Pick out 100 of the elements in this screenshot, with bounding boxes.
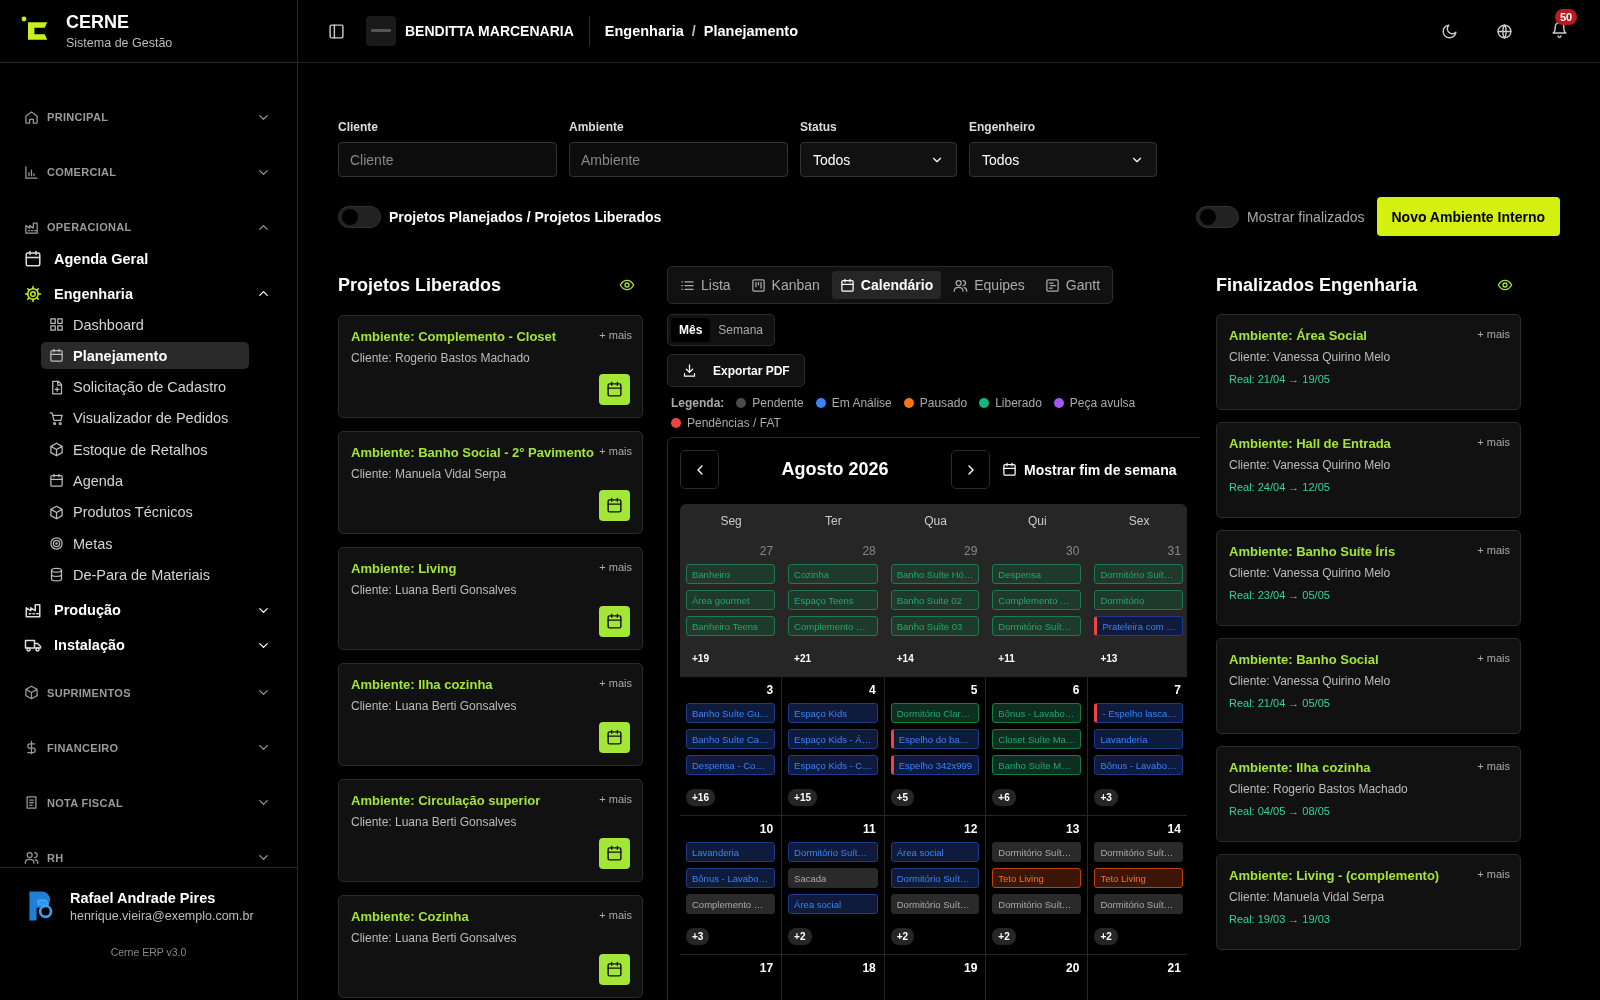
more-events-chip[interactable]: +5 [890, 789, 915, 806]
more-events-chip[interactable]: +14 [890, 650, 920, 667]
more-link[interactable]: + mais [1477, 328, 1510, 340]
calendar-event[interactable]: Bônus - Lavabo… [1094, 755, 1183, 775]
day-cell[interactable]: 4 Espaço Kids Espaço Kids - Á… Espaço Kids - C… +15 [782, 677, 885, 816]
export-pdf-button[interactable]: Exportar PDF [667, 354, 805, 387]
calendar-event[interactable]: Espaço Kids - C… [788, 755, 878, 775]
calendar-event[interactable]: Espelho do ba… [890, 729, 980, 749]
more-events-chip[interactable]: +11 [992, 650, 1021, 667]
calendar-event[interactable]: Teto Living [992, 868, 1082, 888]
more-events-chip[interactable]: +15 [788, 789, 818, 806]
calendar-event[interactable]: Banho Suíte M… [992, 755, 1082, 775]
more-link[interactable]: + mais [1477, 544, 1510, 556]
nav-subitem[interactable]: Agenda [41, 467, 249, 495]
more-events-chip[interactable]: +2 [788, 928, 812, 945]
calendar-event[interactable]: Espaço Kids [788, 703, 878, 723]
more-events-chip[interactable]: +21 [788, 650, 818, 667]
nav-item[interactable]: Instalação [24, 627, 273, 663]
view-tab[interactable]: Lista [672, 271, 739, 299]
view-tab[interactable]: Calendário [831, 271, 942, 299]
more-events-chip[interactable]: +16 [686, 789, 715, 806]
schedule-button[interactable] [599, 722, 630, 753]
finished-card[interactable]: Ambiente: Ilha cozinha + mais Cliente: Rogerio Bastos Machado Real: 04/05 → 08/05 [1216, 746, 1521, 842]
calendar-event[interactable]: Closet Suíte Ma… [992, 729, 1082, 749]
calendar-event[interactable]: Espaço Teens [788, 590, 878, 610]
calendar-event[interactable]: Espaço Kids - Á… [788, 729, 878, 749]
more-link[interactable]: + mais [599, 677, 632, 689]
range-tab[interactable]: Semana [710, 318, 772, 342]
toggle-switch[interactable] [338, 205, 381, 228]
nav-section[interactable]: PRINCIPAL [24, 106, 273, 128]
calendar-event[interactable]: Área social [890, 842, 980, 862]
calendar-event[interactable]: Dormitório Suít… [992, 842, 1082, 862]
project-card[interactable]: Ambiente: Circulação superior + mais Cliente: Luana Berti Gonsalves [338, 779, 643, 882]
calendar-event[interactable]: Complemento … [788, 616, 878, 636]
calendar-event[interactable]: Dormitório Suít… [788, 842, 878, 862]
day-cell[interactable]: 30 Despensa Complemento … Dormitório Suít… +11 [986, 538, 1089, 677]
eye-icon[interactable] [1497, 277, 1513, 293]
view-tab[interactable]: Gantt [1036, 271, 1109, 299]
day-cell[interactable]: 21 [1088, 955, 1187, 1000]
globe-icon[interactable] [1496, 22, 1513, 40]
day-cell[interactable]: 18 [782, 955, 885, 1000]
calendar-event[interactable]: Despensa [992, 564, 1082, 584]
more-link[interactable]: + mais [1477, 760, 1510, 772]
nav-subitem[interactable]: De-Para de Materiais [41, 561, 249, 589]
calendar-event[interactable]: Espelho 342x999 [890, 755, 980, 775]
day-cell[interactable]: 29 Banho Suíte Hó… Banho Suite 02 Banho Suíte 03 +14 [884, 538, 987, 677]
calendar-event[interactable]: Prateleira com … [1094, 616, 1183, 636]
nav-subitem[interactable]: Metas [41, 530, 249, 558]
more-link[interactable]: + mais [1477, 436, 1510, 448]
project-card[interactable]: Ambiente: Banho Social - 2° Pavimento + mais Cliente: Manuela Vidal Serpa [338, 431, 643, 534]
nav-section[interactable]: FINANCEIRO [24, 736, 273, 759]
day-cell[interactable]: 6 Bônus - Lavabo… Closet Suíte Ma… Banho Suíte M… +6 [986, 677, 1089, 816]
nav-subitem[interactable]: Estoque de Retalhos [41, 436, 249, 464]
nav-item[interactable]: Agenda Geral [24, 241, 273, 276]
day-cell[interactable]: 20 [986, 955, 1089, 1000]
nav-subitem[interactable]: Produtos Técnicos [41, 498, 249, 526]
nav-section[interactable]: SUPRIMENTOS [24, 681, 273, 704]
calendar-event[interactable]: Banho Suíte 03 [890, 616, 980, 636]
calendar-event[interactable]: Lavanderia [1094, 729, 1183, 749]
nav-section[interactable]: RH [24, 846, 273, 867]
toggle-switch[interactable] [1196, 205, 1239, 228]
schedule-button[interactable] [599, 606, 630, 637]
bell-icon[interactable] [1551, 20, 1568, 38]
nav-item[interactable]: Produção [24, 592, 273, 628]
calendar-event[interactable]: Banheiro [686, 564, 776, 584]
more-events-chip[interactable]: +2 [992, 928, 1016, 945]
calendar-event[interactable]: Complemento … [686, 894, 776, 914]
project-card[interactable]: Ambiente: Ilha cozinha + mais Cliente: Luana Berti Gonsalves [338, 663, 643, 766]
more-events-chip[interactable]: +19 [686, 650, 715, 667]
calendar-event[interactable]: Dormitório Suít… [890, 868, 980, 888]
nav-item[interactable]: Engenharia [24, 276, 273, 311]
nav-subitem[interactable]: Planejamento [41, 342, 249, 370]
calendar-event[interactable]: Banheiro Teens [686, 616, 776, 636]
nav-section[interactable]: COMERCIAL [24, 161, 273, 183]
calendar-event[interactable]: Bônus - Lavabo… [686, 868, 776, 888]
more-events-chip[interactable]: +13 [1094, 650, 1124, 667]
calendar-event[interactable]: Área gourmet [686, 590, 776, 610]
calendar-event[interactable]: Banho Suíte Hó… [890, 564, 980, 584]
more-events-chip[interactable]: +2 [890, 928, 915, 945]
calendar-event[interactable]: Lavanderia [686, 842, 776, 862]
calendar-event[interactable]: Cozinha [788, 564, 878, 584]
breadcrumb-item[interactable]: Engenharia [604, 23, 684, 39]
weekend-toggle-button[interactable]: Mostrar fim de semana [1002, 461, 1177, 478]
filter-input[interactable]: Cliente [338, 142, 557, 177]
more-events-chip[interactable]: +3 [1094, 789, 1118, 806]
day-cell[interactable]: 19 [884, 955, 987, 1000]
moon-icon[interactable] [1441, 22, 1458, 40]
finished-card[interactable]: Ambiente: Hall de Entrada + mais Cliente: Vanessa Quirino Melo Real: 24/04 → 12/05 [1216, 422, 1521, 518]
calendar-event[interactable]: Bônus - Lavabo… [992, 703, 1082, 723]
day-cell[interactable]: 14 Dormitório Suít… Teto Living Dormitório Suít… +2 [1088, 816, 1187, 955]
finished-card[interactable]: Ambiente: Banho Social + mais Cliente: Vanessa Quirino Melo Real: 21/04 → 05/05 [1216, 638, 1521, 734]
filter-input[interactable]: Ambiente [569, 142, 788, 177]
calendar-event[interactable]: Dormitório [1094, 590, 1183, 610]
more-events-chip[interactable]: +3 [686, 928, 710, 945]
calendar-event[interactable]: Dormitório Suít… [992, 616, 1082, 636]
new-environment-button[interactable]: Novo Ambiente Interno [1376, 197, 1560, 236]
more-link[interactable]: + mais [599, 909, 632, 921]
day-cell[interactable]: 7 - Espelho lasca… Lavanderia Bônus - Lavabo… +3 [1088, 677, 1187, 816]
sidebar-toggle-icon[interactable] [328, 22, 345, 40]
more-link[interactable]: + mais [599, 793, 632, 805]
